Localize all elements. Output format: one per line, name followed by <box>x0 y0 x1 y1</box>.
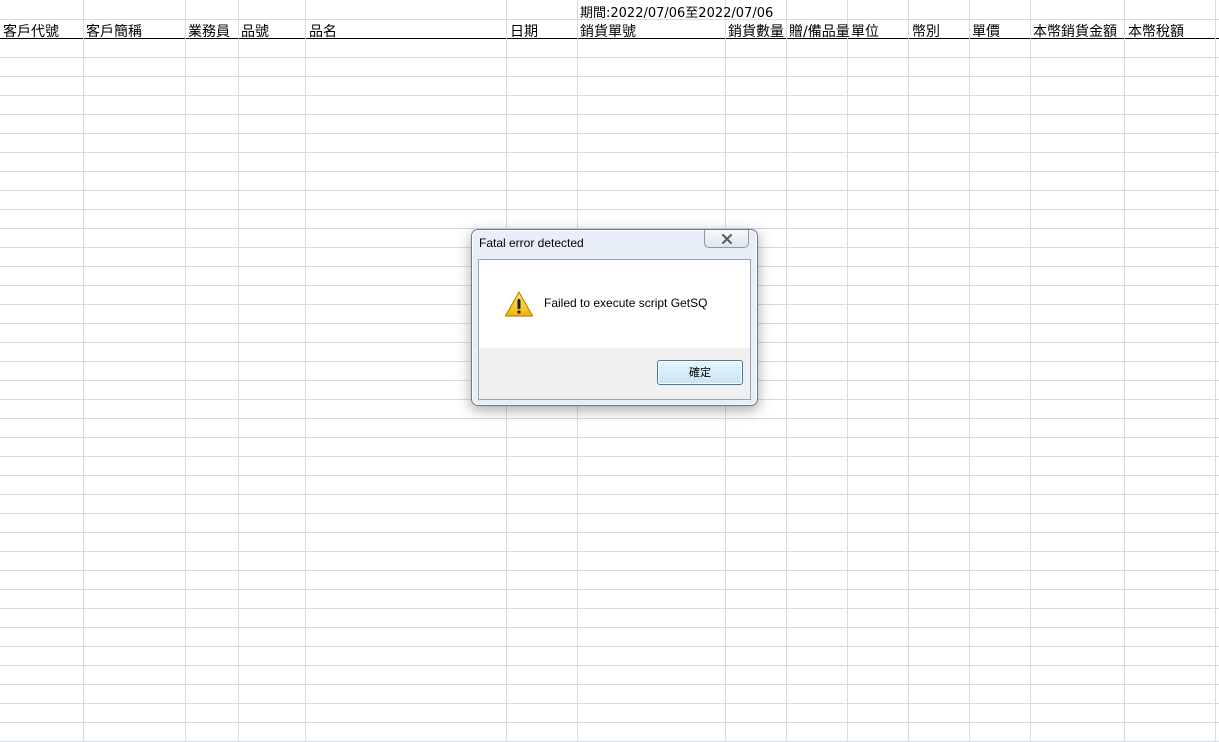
header-unit[interactable]: 單位 <box>851 21 879 41</box>
warning-icon <box>504 291 534 317</box>
column-gridline <box>1215 0 1216 742</box>
dialog-title: Fatal error detected <box>479 236 584 250</box>
header-local-sales-amount[interactable]: 本幣銷貨金額 <box>1033 21 1117 41</box>
header-item-name[interactable]: 品名 <box>309 21 337 41</box>
header-date[interactable]: 日期 <box>510 21 538 41</box>
column-gridline <box>1030 0 1031 742</box>
column-gridline <box>786 0 787 742</box>
close-button[interactable] <box>704 230 749 248</box>
header-local-tax-amount[interactable]: 本幣稅額 <box>1128 21 1184 41</box>
error-dialog: Fatal error detected Failed to execute s… <box>471 229 758 406</box>
column-gridline <box>1124 0 1125 742</box>
header-unit-price[interactable]: 單價 <box>972 21 1000 41</box>
column-gridline <box>185 0 186 742</box>
header-customer-short-name[interactable]: 客戶簡稱 <box>86 21 142 41</box>
dialog-content: Failed to execute script GetSQ 確定 <box>478 259 751 400</box>
header-customer-code[interactable]: 客戶代號 <box>3 21 59 41</box>
header-item-number[interactable]: 品號 <box>241 21 269 41</box>
column-gridline <box>847 0 848 742</box>
column-gridline <box>908 0 909 742</box>
header-gift-spare-quantity[interactable]: 贈/備品量 <box>789 21 850 41</box>
error-message: Failed to execute script GetSQ <box>544 296 708 310</box>
header-salesperson[interactable]: 業務員 <box>188 21 230 41</box>
dialog-button-area: 確定 <box>479 348 750 399</box>
column-gridline <box>305 0 306 742</box>
period-cell[interactable]: 期間:2022/07/06至2022/07/06 <box>580 2 773 21</box>
close-icon <box>721 233 732 244</box>
header-sales-order-number[interactable]: 銷貨單號 <box>580 21 636 41</box>
ok-button[interactable]: 確定 <box>657 360 743 385</box>
column-gridline <box>83 0 84 742</box>
column-gridline <box>238 0 239 742</box>
header-sales-quantity[interactable]: 銷貨數量 <box>728 21 784 41</box>
header-currency[interactable]: 幣別 <box>912 21 940 41</box>
column-gridline <box>969 0 970 742</box>
